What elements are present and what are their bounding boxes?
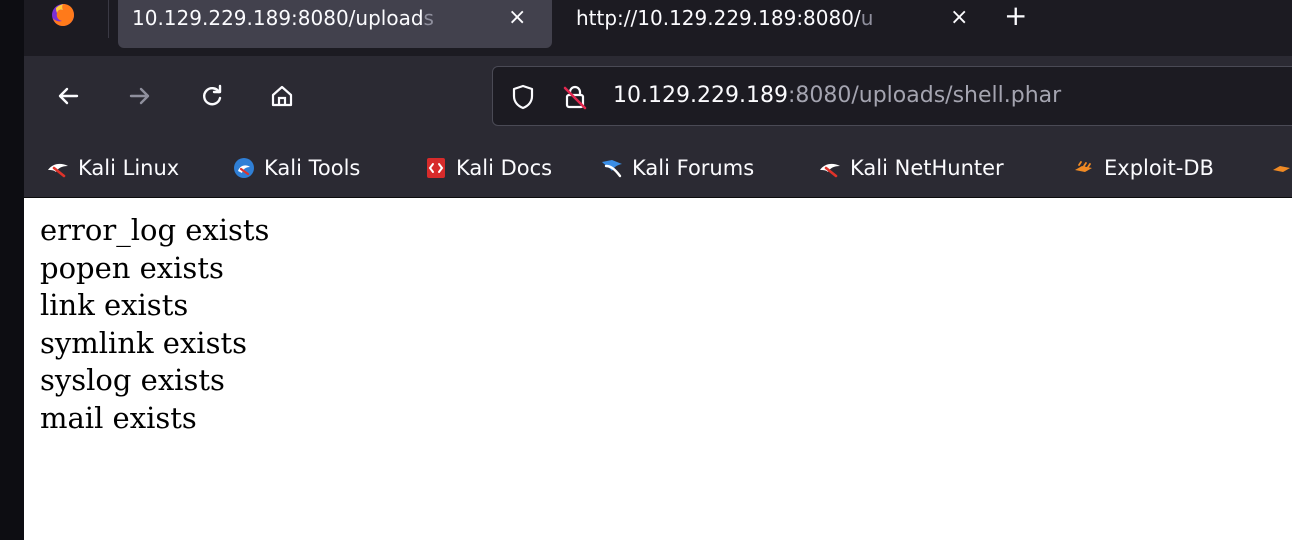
- kali-dragon-icon: [48, 163, 68, 178]
- tab-close-icon[interactable]: ×: [950, 0, 968, 36]
- tab-strip: 10.129.229.189:8080/uploads × http://10.…: [24, 0, 1292, 56]
- kali-dragon-icon: [820, 163, 840, 178]
- tab-title: http://10.129.229.189:8080/u: [576, 6, 874, 30]
- page-content: error_log exists popen exists link exist…: [24, 198, 1292, 540]
- browser-window: 10.129.229.189:8080/uploads × http://10.…: [0, 0, 1292, 540]
- bookmark-label: Kali Docs: [456, 156, 553, 180]
- bookmark-label: Exploit-DB: [1104, 156, 1214, 180]
- bookmark-kali-tools[interactable]: Kali Tools: [232, 152, 360, 184]
- bookmark-kali-linux[interactable]: Kali Linux: [46, 152, 179, 184]
- reload-icon: [203, 84, 222, 106]
- address-bar[interactable]: 10.129.229.189:8080/uploads/shell.phar: [492, 66, 1292, 126]
- output-line: popen exists: [40, 250, 224, 285]
- kali-forums-icon: [602, 160, 622, 178]
- forward-button[interactable]: [122, 78, 158, 114]
- exploit-db-icon: [1273, 166, 1290, 172]
- output-line: symlink exists: [40, 325, 247, 360]
- exploit-db-icon: [1075, 161, 1092, 172]
- new-tab-button[interactable]: +: [1004, 0, 1027, 34]
- tab-http-inactive[interactable]: http://10.129.229.189:8080/u ×: [564, 0, 976, 48]
- bookmark-overflow[interactable]: [1270, 152, 1292, 184]
- tab-title: 10.129.229.189:8080/uploads: [132, 6, 434, 30]
- navigation-toolbar: 10.129.229.189:8080/uploads/shell.phar: [24, 56, 1292, 142]
- url-text[interactable]: 10.129.229.189:8080/uploads/shell.phar: [613, 81, 1061, 111]
- output-line: mail exists: [40, 400, 197, 435]
- bookmark-exploit-db[interactable]: Exploit-DB: [1072, 152, 1214, 184]
- insecure-lock-icon[interactable]: [561, 83, 589, 111]
- tab-uploads-active[interactable]: 10.129.229.189:8080/uploads ×: [118, 0, 552, 48]
- bookmark-label: Kali Forums: [632, 156, 755, 180]
- bookmark-label: Kali NetHunter: [850, 156, 1004, 180]
- desktop-edge: [0, 0, 24, 540]
- bookmark-kali-docs[interactable]: Kali Docs: [424, 152, 552, 184]
- forward-arrow-icon: [129, 87, 150, 105]
- bookmark-kali-forums[interactable]: Kali Forums: [600, 152, 754, 184]
- script-output: error_log exists popen exists link exist…: [40, 212, 269, 437]
- back-arrow-icon: [58, 87, 79, 105]
- home-button[interactable]: [264, 78, 300, 114]
- reload-button[interactable]: [194, 78, 230, 114]
- output-line: link exists: [40, 288, 189, 322]
- output-line: error_log exists: [40, 213, 270, 247]
- bookmarks-toolbar: Kali Linux Kali Tools Kali Docs Kali For…: [24, 142, 1292, 198]
- tab-separator: [108, 0, 109, 38]
- kali-docs-icon: [427, 158, 445, 178]
- bookmark-label: Kali Linux: [78, 156, 180, 180]
- kali-tools-icon: [234, 158, 254, 178]
- tracking-shield-icon[interactable]: [509, 83, 537, 111]
- home-icon: [271, 85, 293, 107]
- firefox-logo-icon[interactable]: [50, 2, 76, 28]
- output-line: syslog exists: [40, 363, 225, 397]
- back-button[interactable]: [50, 78, 86, 114]
- bookmark-kali-nethunter[interactable]: Kali NetHunter: [818, 152, 1004, 184]
- tab-close-icon[interactable]: ×: [508, 0, 526, 36]
- bookmark-label: Kali Tools: [264, 156, 361, 180]
